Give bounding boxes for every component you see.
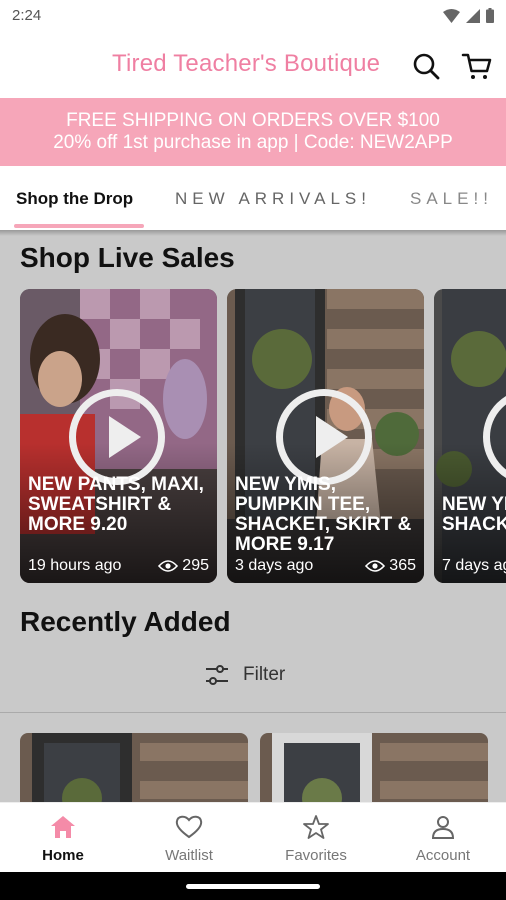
- status-time: 2:24: [12, 7, 42, 24]
- main-content-scrim[interactable]: Shop Live Sales NEW PANTS, MAXI, SWEATSH…: [0, 230, 506, 802]
- filter-label: Filter: [243, 664, 286, 685]
- nav-favorites-label: Favorites: [285, 847, 347, 864]
- home-icon: [51, 816, 75, 838]
- app-header: Tired Teacher's Boutique: [0, 32, 506, 98]
- product-card[interactable]: [260, 733, 488, 802]
- nav-waitlist-label: Waitlist: [165, 847, 213, 864]
- signal-icon: [466, 8, 480, 23]
- scrim-shadow: [0, 230, 506, 236]
- live-sale-title: NEW YMIS, PUMPKIN TEE, SHACKET, SKIRT & …: [235, 474, 412, 555]
- views-count: 365: [389, 557, 416, 574]
- search-icon[interactable]: [412, 52, 440, 80]
- status-icons: [443, 8, 494, 23]
- tab-new-arrivals[interactable]: NEW ARRIVALS!: [175, 189, 371, 209]
- promo-shipping-text: FREE SHIPPING ON ORDERS OVER $100: [66, 110, 440, 131]
- active-tab-indicator: [14, 224, 144, 228]
- play-icon[interactable]: [69, 389, 165, 485]
- cart-icon[interactable]: [461, 50, 493, 82]
- live-sale-views: 295: [158, 557, 209, 575]
- person-icon: [431, 816, 455, 839]
- nav-account[interactable]: Account: [380, 803, 506, 873]
- play-icon[interactable]: [276, 389, 372, 485]
- live-sale-views: 365: [365, 557, 416, 575]
- tab-sale[interactable]: SALE!!: [410, 189, 493, 209]
- brand-title[interactable]: Tired Teacher's Boutique: [112, 50, 380, 78]
- bottom-nav: Home Waitlist Favorites Account: [0, 802, 506, 872]
- home-gesture-pill[interactable]: [186, 884, 320, 889]
- product-card[interactable]: [20, 733, 248, 802]
- live-sale-time: 7 days ago: [442, 557, 506, 574]
- wifi-icon: [443, 8, 460, 23]
- filter-button[interactable]: Filter: [205, 664, 285, 686]
- nav-home-label: Home: [42, 847, 84, 864]
- live-sale-title: NEW YMIS, SHACKET & MORE: [442, 494, 506, 535]
- tab-shop-the-drop[interactable]: Shop the Drop: [16, 189, 133, 209]
- category-tabs: Shop the Drop NEW ARRIVALS! SALE!!: [0, 166, 506, 230]
- live-sale-card[interactable]: NEW PANTS, MAXI, SWEATSHIRT & MORE 9.20 …: [20, 289, 217, 583]
- views-count: 295: [182, 557, 209, 574]
- nav-waitlist[interactable]: Waitlist: [126, 803, 252, 873]
- live-sales-heading: Shop Live Sales: [20, 242, 235, 273]
- eye-icon: [365, 560, 386, 572]
- sliders-icon: [206, 665, 228, 685]
- nav-home[interactable]: Home: [0, 803, 126, 873]
- section-divider: [0, 712, 506, 713]
- live-sale-title: NEW PANTS, MAXI, SWEATSHIRT & MORE 9.20: [28, 474, 204, 535]
- star-icon: [303, 815, 329, 839]
- nav-favorites[interactable]: Favorites: [253, 803, 379, 873]
- gesture-bar: [0, 872, 506, 900]
- status-bar: 2:24: [0, 0, 506, 32]
- live-sale-card[interactable]: NEW YMIS, SHACKET & MORE 7 days ago: [434, 289, 506, 583]
- app-screen: 2:24 Tired Teacher's Boutique FREE SHIPP…: [0, 0, 506, 900]
- live-sale-card[interactable]: NEW YMIS, PUMPKIN TEE, SHACKET, SKIRT & …: [227, 289, 424, 583]
- live-sale-time: 19 hours ago: [28, 557, 122, 574]
- promo-code-text: 20% off 1st purchase in app | Code: NEW2…: [53, 132, 453, 153]
- product-image: [260, 733, 488, 802]
- promo-banner: FREE SHIPPING ON ORDERS OVER $100 20% of…: [0, 98, 506, 166]
- heart-icon: [175, 815, 203, 839]
- product-image: [20, 733, 248, 802]
- eye-icon: [158, 560, 179, 572]
- battery-icon: [486, 8, 494, 23]
- recently-added-heading: Recently Added: [20, 606, 231, 637]
- live-sale-time: 3 days ago: [235, 557, 314, 574]
- nav-account-label: Account: [415, 847, 471, 864]
